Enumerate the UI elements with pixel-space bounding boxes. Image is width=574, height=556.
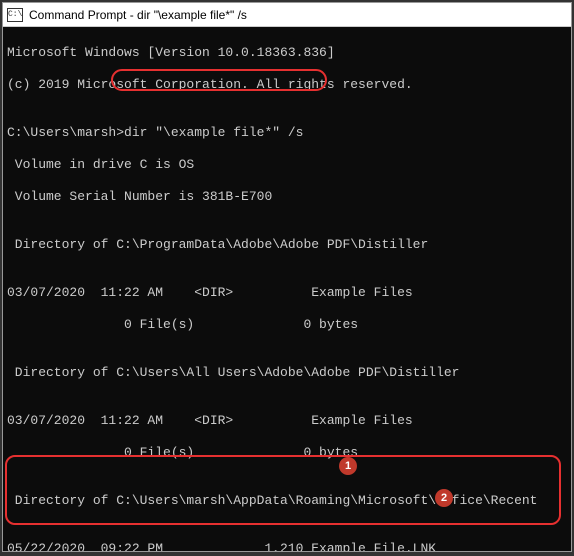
- prompt-path: C:\Users\marsh>: [7, 125, 124, 140]
- output-line: Directory of C:\ProgramData\Adobe\Adobe …: [7, 237, 567, 253]
- annotation-result-highlight: [5, 455, 561, 525]
- output-line: 03/07/2020 11:22 AM <DIR> Example Files: [7, 413, 567, 429]
- entered-command: dir "\example file*" /s: [124, 125, 303, 140]
- output-line: Microsoft Windows [Version 10.0.18363.83…: [7, 45, 567, 61]
- output-line: Volume Serial Number is 381B-E700: [7, 189, 567, 205]
- titlebar[interactable]: C:\ Command Prompt - dir "\example file*…: [3, 3, 571, 27]
- window-title: Command Prompt - dir "\example file*" /s: [29, 8, 247, 22]
- output-line: Directory of C:\Users\All Users\Adobe\Ad…: [7, 365, 567, 381]
- terminal-output[interactable]: Microsoft Windows [Version 10.0.18363.83…: [3, 27, 571, 551]
- output-line: 0 File(s) 0 bytes: [7, 317, 567, 333]
- output-line: (c) 2019 Microsoft Corporation. All righ…: [7, 77, 567, 93]
- output-line: Directory of C:\Users\marsh\AppData\Roam…: [7, 493, 567, 509]
- cmd-icon: C:\: [7, 8, 23, 22]
- prompt-line: C:\Users\marsh>dir "\example file*" /s: [7, 125, 567, 141]
- command-prompt-window: C:\ Command Prompt - dir "\example file*…: [2, 2, 572, 552]
- output-line: Volume in drive C is OS: [7, 157, 567, 173]
- output-line: 03/07/2020 11:22 AM <DIR> Example Files: [7, 285, 567, 301]
- output-line: 0 File(s) 0 bytes: [7, 445, 567, 461]
- output-line: 05/22/2020 09:22 PM 1,210 Example File.L…: [7, 541, 567, 551]
